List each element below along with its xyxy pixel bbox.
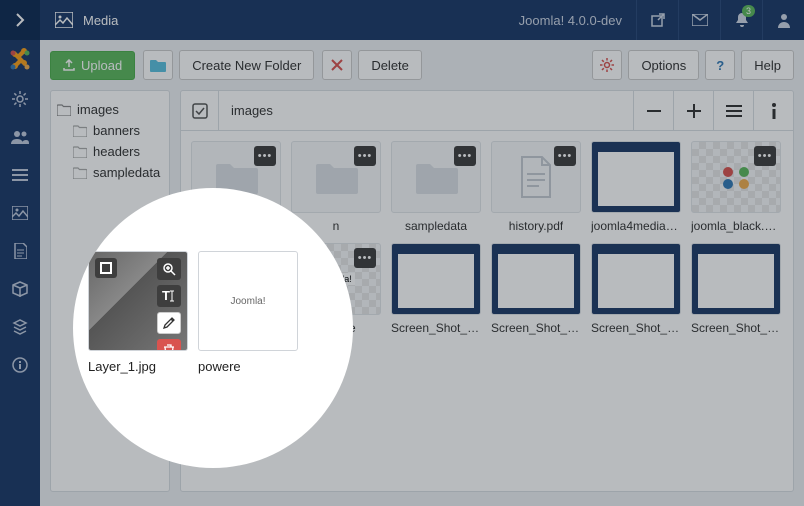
media-icon (55, 12, 73, 28)
tree-item-banners[interactable]: banners (57, 120, 163, 141)
image-tile[interactable]: ••• joomla_black.png (691, 141, 781, 233)
external-link-button[interactable] (636, 0, 678, 40)
adjacent-tile-name: powere (198, 359, 298, 374)
tile-menu-button[interactable]: ••• (554, 146, 576, 166)
sidebar-item-components[interactable] (0, 270, 40, 308)
svg-text:T: T (162, 290, 170, 302)
tree-item-headers[interactable]: headers (57, 141, 163, 162)
select-all-checkbox[interactable] (181, 91, 219, 130)
selected-tile[interactable]: T Layer_1.jpg (88, 251, 188, 374)
tile-menu-button[interactable]: ••• (354, 146, 376, 166)
image-tile[interactable]: ••• joomla4mediamanager (591, 141, 681, 233)
folder-tile[interactable]: ••• n (291, 141, 381, 233)
image-tile[interactable]: ••• Screen_Shot_20... (391, 243, 481, 335)
zoom-in-button[interactable] (673, 91, 713, 130)
spotlight-overlay: T Layer_1.jpg Joomla! powere (73, 188, 353, 468)
sidebar-item-menus[interactable] (0, 156, 40, 194)
image-tile[interactable]: ••• Screen_Shot_20... (491, 243, 581, 335)
edit-action[interactable] (157, 312, 181, 334)
list-view-button[interactable] (713, 91, 753, 130)
version-text: Joomla! 4.0.0-dev (505, 13, 636, 28)
delete-action[interactable] (157, 339, 181, 351)
messages-button[interactable] (678, 0, 720, 40)
sidebar-item-media[interactable] (0, 194, 40, 232)
notification-badge: 3 (742, 5, 755, 17)
sidebar-item-system[interactable] (0, 80, 40, 118)
preview-action[interactable] (157, 258, 181, 280)
delete-button[interactable]: Delete (358, 50, 422, 80)
breadcrumb[interactable]: images (219, 103, 633, 118)
delete-x-icon (322, 50, 352, 80)
info-button[interactable] (753, 91, 793, 130)
sidebar-item-help[interactable] (0, 346, 40, 384)
image-tile[interactable]: ••• Screen_Shot_20... (691, 243, 781, 335)
gear-icon (592, 50, 622, 80)
tile-menu-button[interactable]: ••• (254, 146, 276, 166)
sidebar-item-content[interactable] (0, 232, 40, 270)
file-tile[interactable]: ••• history.pdf (491, 141, 581, 233)
help-question-icon: ? (705, 50, 735, 80)
notifications-button[interactable]: 3 (720, 0, 762, 40)
tile-menu-button[interactable]: ••• (354, 248, 376, 268)
sidebar-item-users[interactable] (0, 118, 40, 156)
rename-action[interactable]: T (157, 285, 181, 307)
options-button[interactable]: Options (628, 50, 699, 80)
joomla-logo[interactable] (0, 40, 40, 80)
toggle-sidebar-button[interactable] (0, 0, 40, 40)
help-button[interactable]: Help (741, 50, 794, 80)
image-tile[interactable]: ••• Screen_Shot_20... (591, 243, 681, 335)
upload-button[interactable]: Upload (50, 51, 135, 80)
user-menu-button[interactable] (762, 0, 804, 40)
page-title: Media (83, 13, 118, 28)
tile-menu-button[interactable]: ••• (754, 146, 776, 166)
select-checkbox[interactable] (95, 258, 117, 278)
adjacent-tile[interactable]: Joomla! powere (198, 251, 298, 374)
selected-tile-name: Layer_1.jpg (88, 359, 188, 374)
sidebar-item-extensions[interactable] (0, 308, 40, 346)
zoom-out-button[interactable] (633, 91, 673, 130)
tree-item-sampledata[interactable]: sampledata (57, 162, 163, 183)
tile-menu-button[interactable]: ••• (454, 146, 476, 166)
create-folder-button[interactable]: Create New Folder (179, 50, 314, 80)
folder-tile[interactable]: ••• sampledata (391, 141, 481, 233)
tree-root[interactable]: images (57, 99, 163, 120)
folder-icon (143, 50, 173, 80)
